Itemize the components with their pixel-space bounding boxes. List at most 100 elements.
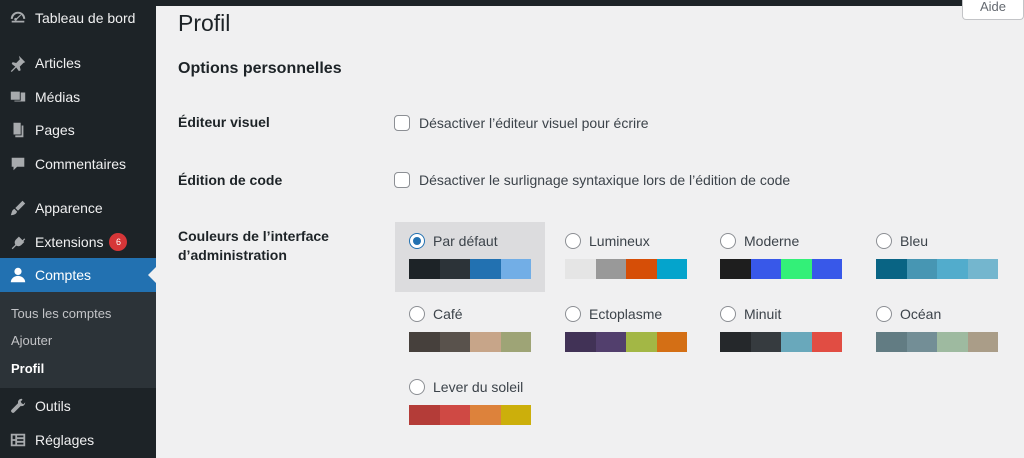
color-swatch: [656, 332, 687, 352]
visual-editor-checkbox-label: Désactiver l’éditeur visuel pour écrire: [419, 115, 649, 131]
color-scheme-header[interactable]: Lever du soleil: [409, 379, 523, 395]
sidebar-item-posts[interactable]: Articles: [0, 46, 156, 80]
visual-editor-checkbox[interactable]: [394, 115, 410, 131]
sidebar-item-label: Apparence: [35, 200, 103, 216]
color-scheme-name: Lever du soleil: [433, 379, 524, 395]
color-swatch-strip[interactable]: [565, 259, 687, 279]
color-scheme-header[interactable]: Bleu: [876, 233, 928, 249]
sidebar-item-appearance[interactable]: Apparence: [0, 191, 156, 225]
color-swatch: [967, 332, 998, 352]
color-scheme-header[interactable]: Océan: [876, 306, 941, 322]
color-scheme-option[interactable]: Minuit: [706, 295, 856, 365]
submenu-item-all-users[interactable]: Tous les comptes: [11, 306, 111, 321]
color-scheme-option[interactable]: Océan: [862, 295, 1012, 365]
user-icon: [9, 266, 27, 284]
sidebar-item-label: Réglages: [35, 432, 95, 448]
color-swatch: [439, 405, 470, 425]
sidebar-item-label: Extensions: [35, 234, 104, 250]
color-swatch: [470, 259, 501, 279]
color-scheme-header[interactable]: Par défaut: [409, 233, 498, 249]
color-scheme-name: Par défaut: [433, 233, 498, 249]
sidebar-item-dashboard[interactable]: Tableau de bord: [0, 1, 156, 35]
color-swatch: [906, 332, 937, 352]
color-scheme-radio[interactable]: [720, 233, 736, 249]
color-scheme-name: Lumineux: [589, 233, 650, 249]
color-swatch: [626, 332, 657, 352]
color-swatch: [595, 332, 626, 352]
color-swatch: [811, 259, 842, 279]
color-scheme-option[interactable]: Lever du soleil: [395, 368, 545, 438]
sidebar-item-users[interactable]: Comptes: [0, 258, 156, 292]
color-swatch: [876, 332, 907, 352]
sidebar-item-label: Comptes: [35, 267, 92, 283]
color-scheme-radio[interactable]: [876, 306, 892, 322]
color-swatch: [409, 259, 440, 279]
plug-icon: [9, 233, 27, 251]
color-swatch: [500, 405, 531, 425]
sidebar-item-pages[interactable]: Pages: [0, 113, 156, 147]
color-scheme-option[interactable]: Café: [395, 295, 545, 365]
visual-editor-option[interactable]: Désactiver l’éditeur visuel pour écrire: [394, 115, 649, 131]
color-swatch-strip[interactable]: [720, 332, 842, 352]
color-swatch-strip[interactable]: [409, 405, 531, 425]
color-swatch: [595, 259, 626, 279]
color-swatch-strip[interactable]: [565, 332, 687, 352]
submenu-item-add-user[interactable]: Ajouter: [11, 333, 52, 348]
color-scheme-header[interactable]: Lumineux: [565, 233, 650, 249]
color-swatch: [409, 332, 440, 352]
color-scheme-name: Minuit: [744, 306, 782, 322]
color-swatch: [439, 259, 470, 279]
color-scheme-radio[interactable]: [565, 233, 581, 249]
color-swatch-strip[interactable]: [876, 332, 998, 352]
sidebar-item-plugins[interactable]: Extensions 6: [0, 225, 156, 259]
color-scheme-header[interactable]: Ectoplasme: [565, 306, 662, 322]
color-scheme-radio[interactable]: [409, 233, 425, 249]
update-count-badge: 6: [109, 233, 128, 251]
color-scheme-name: Moderne: [744, 233, 800, 249]
section-title: Options personnelles: [178, 60, 342, 77]
media-icon: [9, 88, 27, 106]
code-editing-option[interactable]: Désactiver le surlignage syntaxique lors…: [394, 172, 790, 188]
settings-icon: [9, 431, 27, 449]
sidebar-item-media[interactable]: Médias: [0, 80, 156, 114]
color-scheme-header[interactable]: Minuit: [720, 306, 781, 322]
color-scheme-radio[interactable]: [409, 306, 425, 322]
color-swatch: [750, 259, 781, 279]
syntax-highlighting-checkbox[interactable]: [394, 172, 410, 188]
sidebar-item-label: Tableau de bord: [35, 10, 136, 26]
color-scheme-option[interactable]: Par défaut: [395, 222, 545, 292]
color-scheme-name: Café: [433, 306, 463, 322]
page-icon: [9, 121, 27, 139]
color-scheme-header[interactable]: Café: [409, 306, 463, 322]
help-tab-button[interactable]: Aide: [962, 0, 1024, 20]
color-scheme-option[interactable]: Ectoplasme: [551, 295, 701, 365]
color-scheme-option[interactable]: Bleu: [862, 222, 1012, 292]
color-scheme-option[interactable]: Moderne: [706, 222, 856, 292]
sidebar-item-tools[interactable]: Outils: [0, 389, 156, 423]
color-swatch: [720, 332, 751, 352]
color-scheme-radio[interactable]: [876, 233, 892, 249]
sidebar-item-comments[interactable]: Commentaires: [0, 147, 156, 181]
color-scheme-header[interactable]: Moderne: [720, 233, 799, 249]
color-swatch-strip[interactable]: [876, 259, 998, 279]
color-swatch-strip[interactable]: [409, 332, 531, 352]
submenu-item-profile[interactable]: Profil: [11, 361, 44, 376]
color-scheme-radio[interactable]: [565, 306, 581, 322]
color-scheme-radio[interactable]: [720, 306, 736, 322]
color-swatch: [876, 259, 907, 279]
color-swatch: [565, 332, 596, 352]
color-swatch: [409, 405, 440, 425]
color-swatch-strip[interactable]: [409, 259, 531, 279]
color-swatch: [565, 259, 596, 279]
sidebar-item-settings[interactable]: Réglages: [0, 423, 156, 457]
visual-editor-label: Éditeur visuel: [178, 114, 270, 130]
color-scheme-radio[interactable]: [409, 379, 425, 395]
page-title: Profil: [178, 10, 231, 36]
color-scheme-name: Ectoplasme: [589, 306, 663, 322]
color-swatch: [626, 259, 657, 279]
color-swatch-strip[interactable]: [720, 259, 842, 279]
wrench-icon: [9, 397, 27, 415]
color-swatch: [470, 405, 501, 425]
admin-color-label: Couleurs de l’interface d’administration: [178, 228, 329, 263]
color-scheme-option[interactable]: Lumineux: [551, 222, 701, 292]
